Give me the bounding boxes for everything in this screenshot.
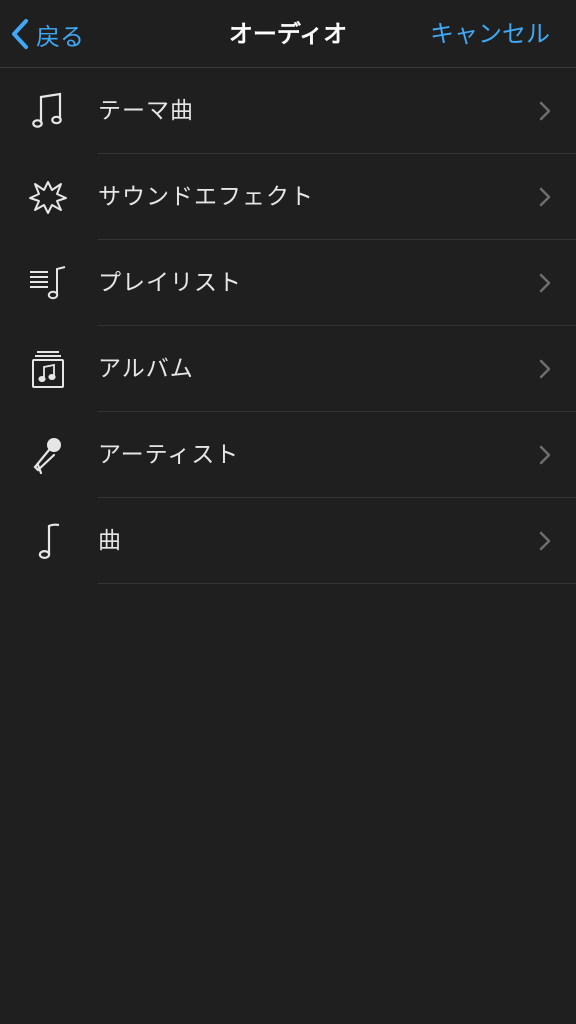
- chevron-right-icon: [539, 359, 551, 379]
- microphone-icon: [28, 435, 68, 475]
- menu-item-label: サウンドエフェクト: [98, 184, 314, 210]
- chevron-right-icon: [539, 273, 551, 293]
- menu-item-label: プレイリスト: [98, 270, 242, 296]
- music-notes-icon: [28, 91, 68, 131]
- menu-item-sound-effects[interactable]: サウンドエフェクト: [0, 154, 576, 240]
- music-note-icon: [28, 521, 68, 561]
- menu-item-songs[interactable]: 曲: [0, 498, 576, 584]
- menu-item-label: アルバム: [98, 356, 194, 382]
- cancel-button[interactable]: キャンセル: [430, 14, 550, 54]
- audio-menu-list: テーマ曲 サウンドエフェクト プレイリスト アルバム アーティスト 曲: [0, 68, 576, 584]
- menu-item-label: アーティスト: [98, 442, 240, 468]
- row-divider: [98, 583, 576, 584]
- starburst-icon: [28, 177, 68, 217]
- menu-item-artists[interactable]: アーティスト: [0, 412, 576, 498]
- menu-item-label: 曲: [98, 528, 122, 554]
- chevron-right-icon: [539, 531, 551, 551]
- chevron-right-icon: [539, 101, 551, 121]
- menu-item-theme-music[interactable]: テーマ曲: [0, 68, 576, 154]
- chevron-right-icon: [539, 445, 551, 465]
- menu-item-label: テーマ曲: [98, 98, 194, 124]
- chevron-right-icon: [539, 187, 551, 207]
- navigation-bar: 戻る オーディオ キャンセル: [0, 0, 576, 68]
- album-icon: [28, 349, 68, 389]
- playlist-icon: [28, 263, 68, 303]
- menu-item-albums[interactable]: アルバム: [0, 326, 576, 412]
- menu-item-playlists[interactable]: プレイリスト: [0, 240, 576, 326]
